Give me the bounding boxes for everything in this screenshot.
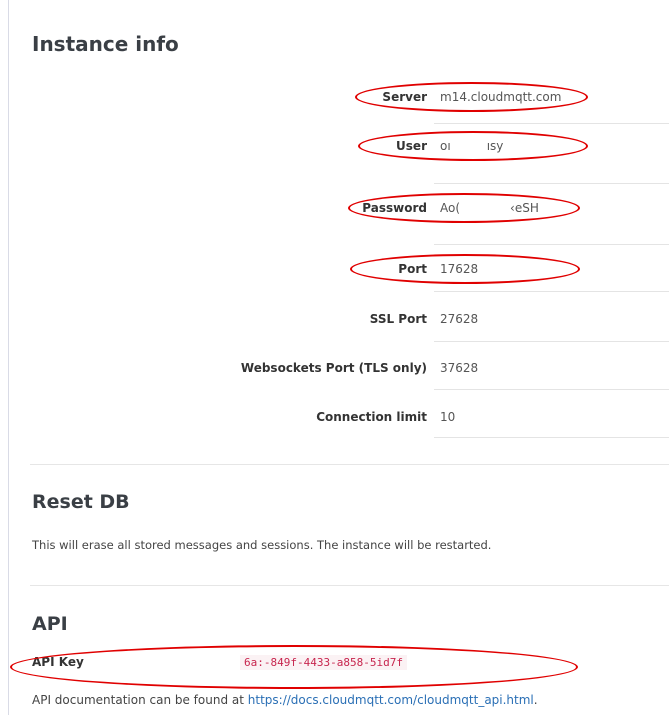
divider <box>434 437 669 438</box>
ssl-port-row: SSL Port 27628 <box>0 307 669 331</box>
connection-limit-value: 10 <box>440 410 456 424</box>
port-label: Port <box>398 262 427 276</box>
password-label: Password <box>362 201 427 215</box>
section-divider <box>30 585 669 586</box>
password-value: Ao( ‹eSH <box>440 196 539 220</box>
api-key-value: 6a:-849f-4433-a858-5id7f <box>240 655 407 670</box>
reset-db-description: This will erase all stored messages and … <box>32 538 492 552</box>
ssl-port-label: SSL Port <box>369 312 427 326</box>
divider <box>434 291 669 292</box>
api-key-label: API Key <box>32 655 84 669</box>
divider <box>434 341 669 342</box>
api-doc-text: API documentation can be found at https:… <box>32 693 538 707</box>
websockets-port-row: Websockets Port (TLS only) 37628 <box>0 356 669 380</box>
password-row: Password Ao( ‹eSH <box>0 196 669 220</box>
api-key-end: id7f <box>376 656 403 669</box>
websockets-port-label: Websockets Port (TLS only) <box>240 361 427 375</box>
user-value-start: oı <box>440 139 451 153</box>
server-value: m14.cloudmqtt.com <box>440 90 562 104</box>
connection-limit-label: Connection limit <box>316 410 427 424</box>
divider <box>434 183 669 184</box>
user-label: User <box>396 139 427 153</box>
divider <box>434 244 669 245</box>
port-value: 17628 <box>440 262 479 276</box>
section-divider <box>30 464 669 465</box>
ssl-port-value: 27628 <box>440 312 479 326</box>
api-heading: API <box>32 613 68 635</box>
password-value-start: Ao( <box>440 201 461 215</box>
instance-info-heading: Instance info <box>32 32 179 56</box>
user-value-end: ısy <box>486 139 504 153</box>
websockets-port-value: 37628 <box>440 361 479 375</box>
user-row: User oı ısy <box>0 134 669 158</box>
reset-db-heading: Reset DB <box>32 491 130 513</box>
port-row: Port 17628 <box>0 257 669 281</box>
api-doc-prefix: API documentation can be found at <box>32 693 248 707</box>
divider <box>434 389 669 390</box>
user-value: oı ısy <box>440 134 503 158</box>
server-row: Server m14.cloudmqtt.com <box>0 85 669 109</box>
connection-limit-row: Connection limit 10 <box>0 405 669 429</box>
divider <box>434 123 669 124</box>
api-doc-suffix: . <box>533 693 538 707</box>
api-key-middle: -849f-4433-a858-5 <box>263 656 377 669</box>
server-label: Server <box>382 90 427 104</box>
api-doc-link[interactable]: https://docs.cloudmqtt.com/cloudmqtt_api… <box>248 693 534 707</box>
password-value-end: ‹eSH <box>510 201 539 215</box>
api-key-start: 6a: <box>244 656 264 669</box>
